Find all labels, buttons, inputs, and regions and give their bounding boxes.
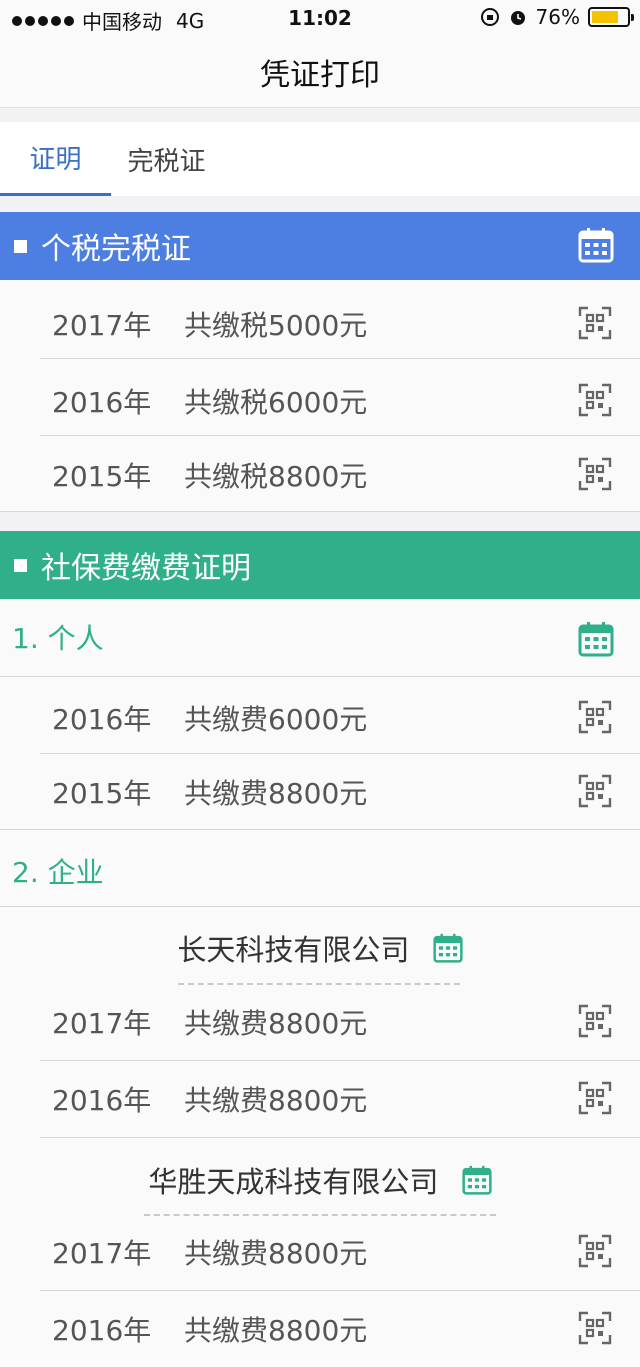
enterprise-label: 2. 企业 (12, 856, 104, 889)
list-item[interactable]: 2016年 共缴费6000元 (0, 679, 640, 756)
row-amount: 共缴费8800元 (184, 1313, 368, 1347)
list-item[interactable]: 2016年 共缴费8800元 (0, 1290, 640, 1367)
battery-level (592, 11, 618, 23)
row-amount: 共缴税8800元 (184, 459, 368, 493)
page-title: 凭证打印 (260, 57, 380, 93)
personal-label: 1. 个人 (12, 622, 104, 655)
row-year: 2016年 (52, 702, 152, 736)
rotation-lock-icon (480, 8, 499, 26)
qr-code-icon[interactable] (578, 1311, 612, 1345)
tax-list: 2017年 共缴税5000元 2016年 共缴税6000元 2015年 共缴税8… (0, 280, 640, 512)
tax-section-title: 个税完税证 (41, 232, 191, 267)
battery-percent: 76% (535, 5, 580, 29)
row-year: 2017年 (52, 1236, 152, 1270)
row-year: 2017年 (52, 1006, 152, 1040)
row-year: 2016年 (52, 1313, 152, 1347)
list-item[interactable]: 2015年 共缴税8800元 (0, 436, 640, 513)
social-list: 1. 个人 2016年 共缴费6000元 2015年 共缴费8800元 2. 企… (0, 599, 640, 1367)
qr-code-icon[interactable] (578, 306, 612, 340)
row-amount: 共缴费8800元 (184, 1006, 368, 1040)
list-item[interactable]: 2017年 共缴费8800元 (0, 1213, 640, 1290)
calendar-icon[interactable] (578, 621, 614, 657)
row-amount: 共缴费8800元 (184, 776, 368, 810)
bullet-square-icon (14, 239, 27, 253)
row-amount: 共缴费6000元 (184, 702, 368, 736)
company-header[interactable]: 华胜天成科技有限公司 (0, 1159, 640, 1201)
tax-section-header: 个税完税证 (0, 212, 640, 280)
divider (0, 829, 640, 830)
enterprise-subheader: 2. 企业 (0, 833, 640, 909)
bullet-square-icon (14, 558, 27, 572)
social-section-title: 社保费缴费证明 (41, 551, 251, 586)
tab-tax-payment[interactable]: 完税证 (111, 122, 222, 196)
qr-code-icon[interactable] (578, 774, 612, 808)
tab-certificate[interactable]: 证明 (0, 122, 111, 196)
divider (0, 676, 640, 677)
status-bar: 中国移动 4G 11:02 76% (0, 0, 640, 36)
row-amount: 共缴费8800元 (184, 1083, 368, 1117)
company-name: 华胜天成科技有限公司 (148, 1165, 439, 1199)
qr-code-icon[interactable] (578, 1004, 612, 1038)
divider (40, 1137, 640, 1138)
personal-subheader: 1. 个人 (0, 599, 640, 675)
list-item[interactable]: 2015年 共缴费8800元 (0, 753, 640, 830)
calendar-icon[interactable] (578, 227, 614, 263)
qr-code-icon[interactable] (578, 457, 612, 491)
list-item[interactable]: 2017年 共缴费8800元 (0, 983, 640, 1060)
nav-bar: 凭证打印 (0, 36, 640, 108)
divider (0, 906, 640, 907)
divider (0, 511, 640, 512)
calendar-icon[interactable] (433, 933, 463, 963)
list-item[interactable]: 2016年 共缴税6000元 (0, 362, 640, 439)
row-year: 2015年 (52, 776, 152, 810)
list-item[interactable]: 2017年 共缴税5000元 (0, 285, 640, 362)
row-amount: 共缴费8800元 (184, 1236, 368, 1270)
social-section-header: 社保费缴费证明 (0, 531, 640, 599)
row-year: 2017年 (52, 308, 152, 342)
divider (40, 358, 640, 359)
company-header[interactable]: 长天科技有限公司 (0, 927, 640, 969)
calendar-icon[interactable] (462, 1165, 492, 1195)
row-year: 2016年 (52, 1083, 152, 1117)
alarm-icon (510, 11, 525, 25)
list-item[interactable]: 2016年 共缴费8800元 (0, 1060, 640, 1137)
battery-icon (588, 7, 634, 27)
company-name: 长天科技有限公司 (177, 933, 410, 967)
status-right: 76% (480, 5, 634, 29)
qr-code-icon[interactable] (578, 700, 612, 734)
row-amount: 共缴税6000元 (184, 385, 368, 419)
row-year: 2015年 (52, 459, 152, 493)
qr-code-icon[interactable] (578, 1234, 612, 1268)
qr-code-icon[interactable] (578, 1081, 612, 1115)
row-year: 2016年 (52, 385, 152, 419)
row-amount: 共缴税5000元 (184, 308, 368, 342)
tab-bar: 证明 完税证 (0, 122, 640, 196)
qr-code-icon[interactable] (578, 383, 612, 417)
